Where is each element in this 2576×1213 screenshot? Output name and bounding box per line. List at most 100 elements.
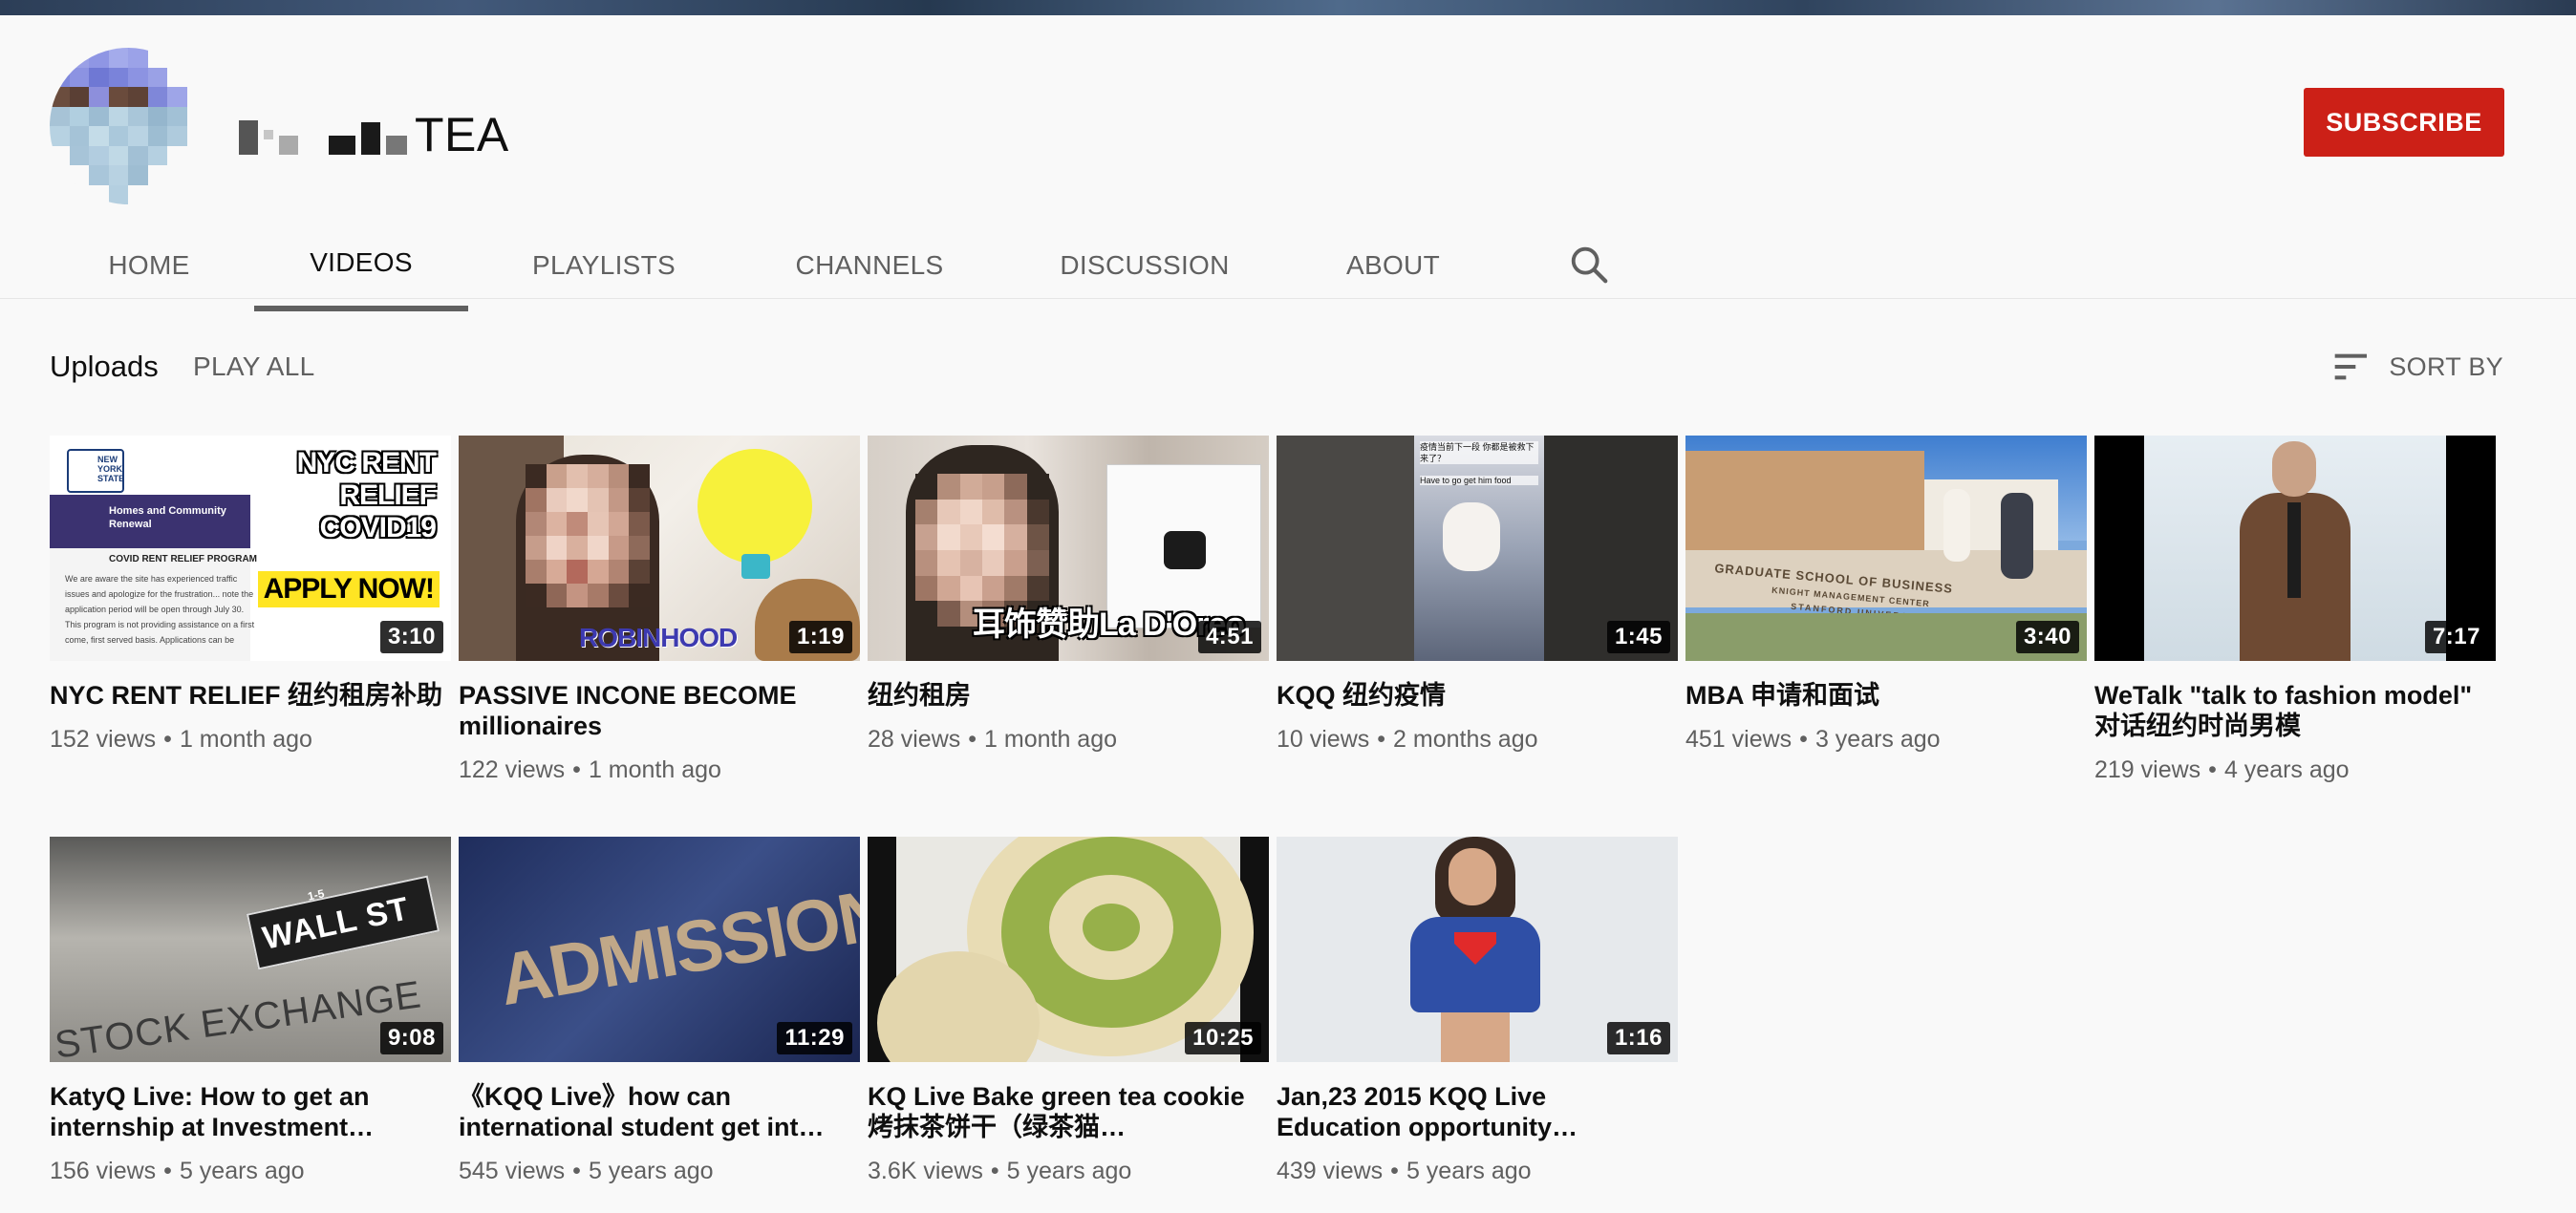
channel-title: TEA bbox=[239, 92, 509, 178]
video-title[interactable]: KQ Live Bake green tea cookie 烤抹茶饼干（绿茶猫… bbox=[868, 1081, 1269, 1142]
upload-age: 1 month ago bbox=[984, 726, 1118, 753]
thumb-headline: NYC RENT RELIEF COVID19 bbox=[296, 447, 437, 543]
video-thumbnail[interactable]: 1:16 bbox=[1277, 837, 1678, 1062]
tshirt-graphic bbox=[1410, 917, 1540, 1012]
video-meta: 451 views • 3 years ago bbox=[1685, 726, 1941, 753]
video-duration: 1:16 bbox=[1606, 1022, 1670, 1054]
video-thumbnail[interactable]: NEW YORK STATE Homes and Community Renew… bbox=[50, 436, 451, 661]
agency-label: Homes and Community Renewal bbox=[109, 505, 226, 530]
notice-text: We are aware the site has experienced tr… bbox=[65, 574, 255, 645]
video-duration: 7:17 bbox=[2424, 621, 2488, 653]
video-card[interactable]: 疫情当前下一段 你都是被救下来了？ Have to go get him foo… bbox=[1277, 436, 1678, 755]
thumb-word: ADMISSION bbox=[492, 872, 860, 1022]
video-title[interactable]: MBA 申请和面试 bbox=[1685, 680, 2087, 711]
upload-age: 3 years ago bbox=[1814, 726, 1941, 753]
upload-age: 5 years ago bbox=[1406, 1158, 1532, 1184]
view-count: 28 views bbox=[868, 726, 961, 753]
video-duration: 9:08 bbox=[379, 1022, 443, 1054]
video-title[interactable]: WeTalk "talk to fashion model" 对话纽约时尚男模 bbox=[2094, 680, 2496, 741]
video-thumbnail[interactable]: 10:25 bbox=[868, 837, 1269, 1062]
view-count: 122 views bbox=[459, 756, 566, 783]
tab-channels[interactable]: CHANNELS bbox=[785, 220, 954, 311]
sort-icon bbox=[2335, 353, 2368, 380]
video-card[interactable]: 耳饰赞助La D'Oreo 4:51 纽约租房 28 views • 1 month… bbox=[868, 436, 1269, 755]
video-duration: 1:19 bbox=[788, 621, 852, 653]
view-count: 439 views bbox=[1277, 1158, 1384, 1184]
video-meta: 10 views • 2 months ago bbox=[1277, 726, 1538, 753]
video-card[interactable]: 7:17 WeTalk "talk to fashion model" 对话纽约… bbox=[2094, 436, 2496, 785]
view-count: 3.6K views bbox=[868, 1158, 983, 1184]
program-label: COVID RENT RELIEF PROGRAM bbox=[109, 554, 258, 564]
video-meta: 28 views • 1 month ago bbox=[868, 726, 1118, 753]
video-card[interactable]: ADMISSION 11:29 《KQQ Live》how can intern… bbox=[459, 837, 860, 1186]
play-all-button[interactable]: PLAY ALL bbox=[193, 344, 314, 390]
video-duration: 10:25 bbox=[1185, 1022, 1261, 1054]
upload-age: 5 years ago bbox=[1006, 1158, 1132, 1184]
blurred-face bbox=[526, 464, 650, 607]
video-thumbnail[interactable]: WALL ST 1-5 STOCK EXCHANGE 9:08 bbox=[50, 837, 451, 1062]
video-card[interactable]: 1:16 Jan,23 2015 KQQ Live Education oppo… bbox=[1277, 837, 1678, 1186]
view-count: 10 views bbox=[1277, 726, 1370, 753]
tab-videos[interactable]: VIDEOS bbox=[254, 220, 468, 311]
redacted-name-blocks bbox=[239, 115, 407, 155]
video-thumbnail[interactable]: ADMISSION 11:29 bbox=[459, 837, 860, 1062]
sort-by-button[interactable]: SORT BY bbox=[2333, 344, 2503, 390]
uploads-bar: Uploads PLAY ALL SORT BY bbox=[50, 344, 2503, 390]
video-card[interactable]: ROBINHOOD 1:19 PASSIVE INCONE BECOME mil… bbox=[459, 436, 860, 785]
video-duration: 11:29 bbox=[777, 1022, 852, 1054]
video-card[interactable]: 10:25 KQ Live Bake green tea cookie 烤抹茶饼… bbox=[868, 837, 1269, 1186]
upload-age: 4 years ago bbox=[2223, 756, 2350, 783]
thumb-caption-en: Have to go get him food bbox=[1420, 476, 1538, 485]
video-title[interactable]: KatyQ Live: How to get an internship at … bbox=[50, 1081, 451, 1142]
video-meta: 219 views • 4 years ago bbox=[2094, 756, 2350, 783]
person-graphic bbox=[1943, 489, 1970, 562]
video-duration: 3:40 bbox=[2015, 621, 2079, 653]
upload-age: 1 month ago bbox=[179, 726, 312, 753]
video-meta: 439 views • 5 years ago bbox=[1277, 1158, 1532, 1184]
upload-age: 2 months ago bbox=[1393, 726, 1538, 753]
video-thumbnail[interactable]: 疫情当前下一段 你都是被救下来了？ Have to go get him foo… bbox=[1277, 436, 1678, 661]
channel-header: TEA SUBSCRIBE HOME VIDEOS PLAYLISTS CHAN… bbox=[0, 15, 2576, 311]
thumb-caption-cn: 疫情当前下一段 你都是被救下来了？ bbox=[1420, 441, 1538, 464]
view-count: 152 views bbox=[50, 726, 157, 753]
view-count: 219 views bbox=[2094, 756, 2201, 783]
video-title[interactable]: PASSIVE INCONE BECOME millionaires bbox=[459, 680, 860, 741]
video-title[interactable]: Jan,23 2015 KQQ Live Education opportuni… bbox=[1277, 1081, 1678, 1142]
lightbulb-graphic bbox=[698, 449, 812, 564]
channel-avatar[interactable] bbox=[50, 48, 206, 204]
video-title[interactable]: 纽约租房 bbox=[868, 680, 1269, 711]
video-card[interactable]: WALL ST 1-5 STOCK EXCHANGE 9:08 KatyQ Li… bbox=[50, 837, 451, 1186]
video-meta: 156 views • 5 years ago bbox=[50, 1158, 305, 1184]
upload-age: 5 years ago bbox=[588, 1158, 714, 1184]
search-icon[interactable] bbox=[1567, 243, 1611, 287]
upload-age: 1 month ago bbox=[588, 756, 721, 783]
video-duration: 4:51 bbox=[1197, 621, 1261, 653]
uploads-title: Uploads bbox=[50, 350, 159, 383]
video-thumbnail[interactable]: GRADUATE SCHOOL OF BUSINESS KNIGHT MANAG… bbox=[1685, 436, 2087, 661]
video-thumbnail[interactable]: 耳饰赞助La D'Oreo 4:51 bbox=[868, 436, 1269, 661]
dog-graphic bbox=[1443, 502, 1500, 571]
tab-home[interactable]: HOME bbox=[88, 220, 210, 311]
thumb-cta: APPLY NOW! bbox=[257, 571, 440, 607]
video-card[interactable]: NEW YORK STATE Homes and Community Renew… bbox=[50, 436, 451, 755]
video-card[interactable]: GRADUATE SCHOOL OF BUSINESS KNIGHT MANAG… bbox=[1685, 436, 2087, 755]
video-title[interactable]: NYC RENT RELIEF 纽约租房补助 bbox=[50, 680, 451, 711]
tab-about[interactable]: ABOUT bbox=[1334, 220, 1452, 311]
cat-graphic bbox=[1164, 531, 1206, 569]
tab-discussion[interactable]: DISCUSSION bbox=[1051, 220, 1238, 311]
ny-state-label: NEW YORK STATE bbox=[97, 455, 125, 483]
channel-name: TEA bbox=[415, 108, 509, 161]
video-thumbnail[interactable]: ROBINHOOD 1:19 bbox=[459, 436, 860, 661]
video-title[interactable]: 《KQQ Live》how can international student … bbox=[459, 1081, 860, 1142]
view-count: 451 views bbox=[1685, 726, 1792, 753]
video-meta: 122 views • 1 month ago bbox=[459, 756, 721, 783]
video-duration: 3:10 bbox=[379, 621, 443, 653]
video-title[interactable]: KQQ 纽约疫情 bbox=[1277, 680, 1678, 711]
tab-playlists[interactable]: PLAYLISTS bbox=[516, 220, 692, 311]
person-graphic bbox=[2001, 493, 2033, 579]
channel-tabs: HOME VIDEOS PLAYLISTS CHANNELS DISCUSSIO… bbox=[0, 220, 2576, 311]
video-duration: 1:45 bbox=[1606, 621, 1670, 653]
subscribe-button[interactable]: SUBSCRIBE bbox=[2304, 88, 2504, 157]
thumb-caption: ROBINHOOD bbox=[579, 623, 738, 652]
video-thumbnail[interactable]: 7:17 bbox=[2094, 436, 2496, 661]
